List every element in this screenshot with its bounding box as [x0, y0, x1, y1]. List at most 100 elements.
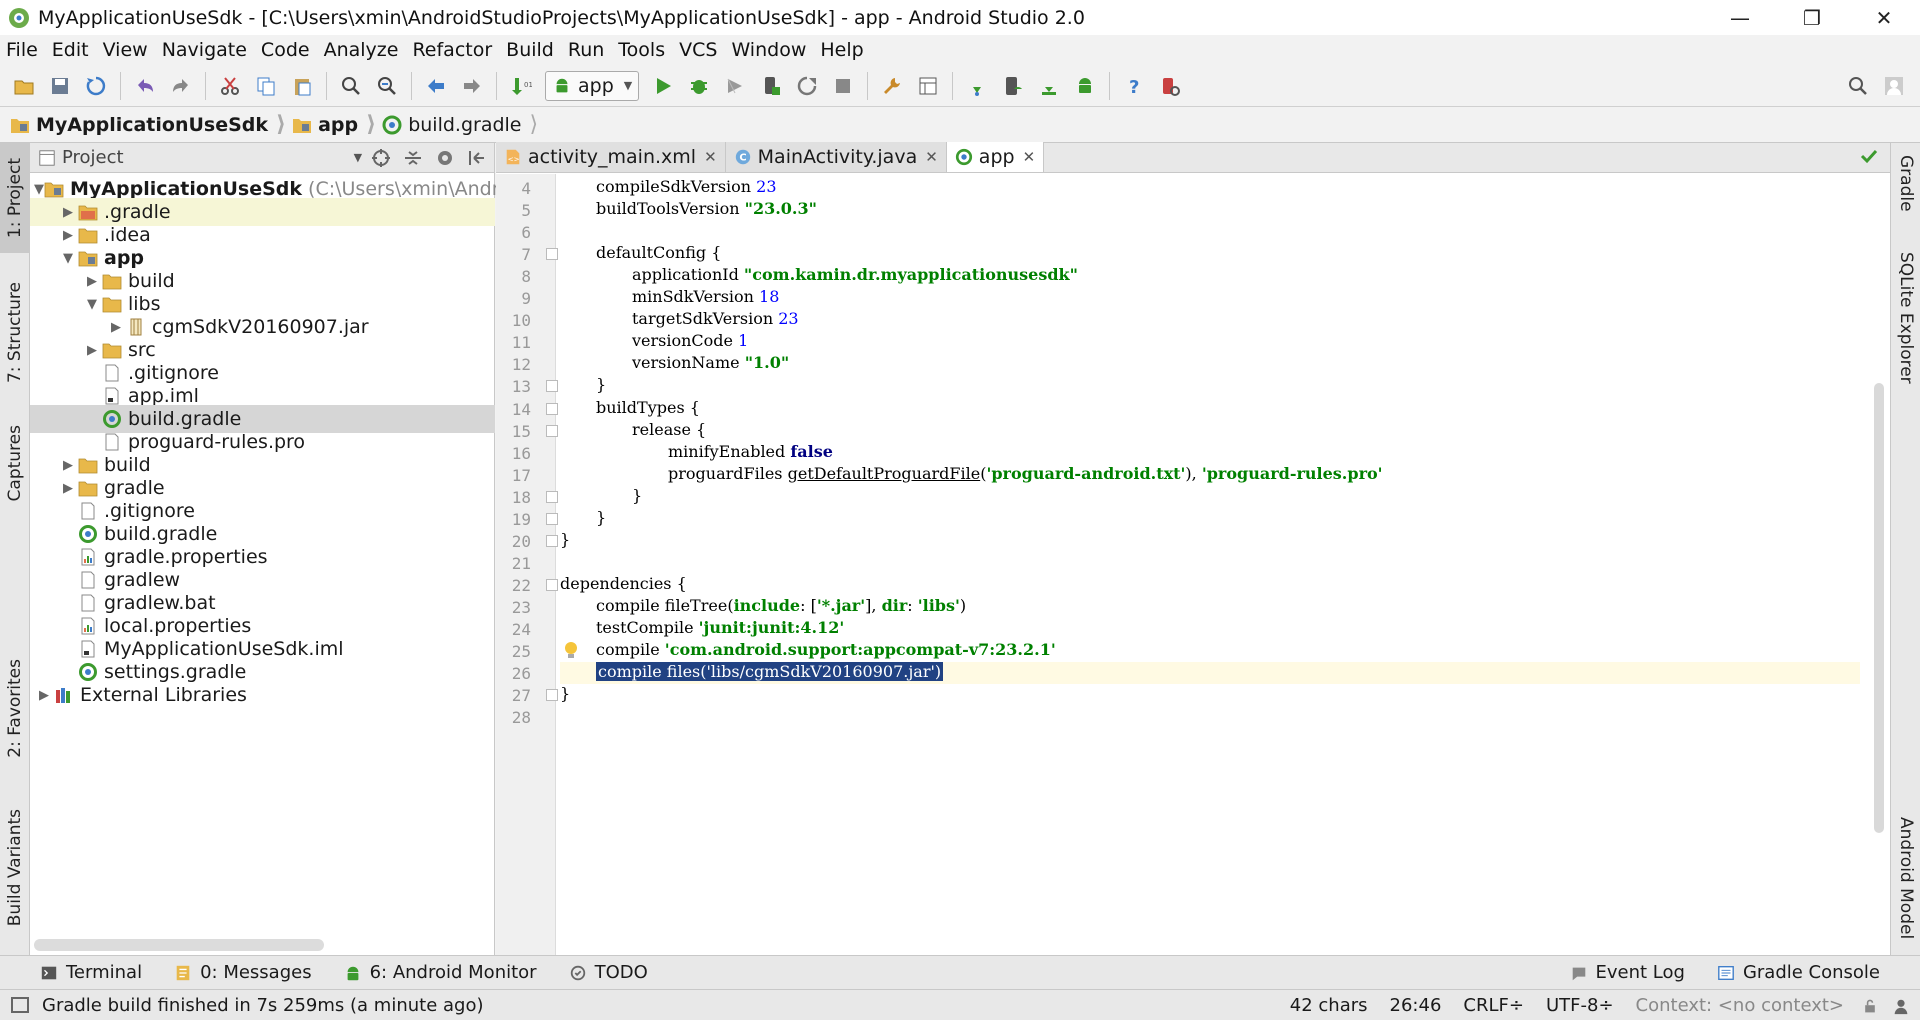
tree-item[interactable]: ▶ External Libraries — [30, 681, 495, 709]
menu-tools[interactable]: Tools — [618, 39, 665, 61]
instant-run-button[interactable] — [1155, 71, 1185, 101]
fold-marker-icon[interactable] — [546, 534, 558, 547]
gradle-sync-button[interactable] — [962, 71, 992, 101]
menu-file[interactable]: File — [6, 39, 38, 61]
menu-build[interactable]: Build — [506, 39, 554, 61]
expand-arrow-icon[interactable]: ▼ — [34, 182, 44, 197]
collapse-arrow-icon[interactable]: ▶ — [82, 274, 102, 289]
expand-arrow-icon[interactable]: ▼ — [58, 251, 78, 266]
paste-button[interactable] — [287, 71, 317, 101]
make-project-button[interactable]: 01 — [506, 71, 536, 101]
caret-position[interactable]: 26:46 — [1390, 995, 1442, 1016]
menu-vcs[interactable]: VCS — [679, 39, 717, 61]
collapse-arrow-icon[interactable]: ▶ — [58, 205, 78, 220]
tool-tab-captures[interactable]: Captures — [0, 413, 30, 513]
close-button[interactable]: ✕ — [1848, 0, 1920, 35]
run-config-select[interactable]: app ▼ — [545, 70, 640, 101]
stop-button[interactable] — [828, 71, 858, 101]
close-icon[interactable]: ✕ — [925, 148, 938, 166]
apply-changes-button[interactable] — [792, 71, 822, 101]
minimize-button[interactable]: — — [1704, 0, 1776, 35]
line-separator[interactable]: CRLF÷ — [1463, 995, 1524, 1016]
menu-help[interactable]: Help — [820, 39, 863, 61]
bottom-tab[interactable]: TODO — [569, 962, 648, 983]
tool-tab-build-variants[interactable]: Build Variants — [0, 793, 30, 943]
coverage-button[interactable] — [720, 71, 750, 101]
collapse-arrow-icon[interactable]: ▶ — [58, 458, 78, 473]
project-structure-button[interactable] — [877, 71, 907, 101]
vertical-scrollbar[interactable] — [1874, 383, 1884, 833]
menu-view[interactable]: View — [103, 39, 148, 61]
hide-panel-icon[interactable] — [466, 147, 488, 169]
bottom-tab[interactable]: Gradle Console — [1717, 962, 1880, 983]
undo-button[interactable] — [130, 71, 160, 101]
avd-manager-button[interactable] — [998, 71, 1028, 101]
scroll-from-source-icon[interactable] — [370, 147, 392, 169]
fold-marker-icon[interactable] — [546, 248, 558, 261]
horizontal-scrollbar[interactable] — [34, 939, 324, 951]
close-icon[interactable]: ✕ — [704, 148, 717, 166]
menu-code[interactable]: Code — [261, 39, 310, 61]
menu-refactor[interactable]: Refactor — [412, 39, 492, 61]
menu-navigate[interactable]: Navigate — [162, 39, 247, 61]
forward-button[interactable] — [457, 71, 487, 101]
menu-edit[interactable]: Edit — [52, 39, 89, 61]
fold-marker-icon[interactable] — [546, 578, 558, 591]
fold-marker-icon[interactable] — [546, 402, 558, 415]
sdk-manager-button[interactable] — [1034, 71, 1064, 101]
copy-button[interactable] — [251, 71, 281, 101]
fold-marker-icon[interactable] — [546, 689, 558, 702]
replace-button[interactable] — [372, 71, 402, 101]
collapse-arrow-icon[interactable]: ▶ — [58, 481, 78, 496]
bottom-tab[interactable]: Terminal — [40, 962, 142, 983]
breadcrumb-project[interactable]: MyApplicationUseSdk ⟩ — [10, 112, 286, 137]
help-button[interactable]: ? — [1119, 71, 1149, 101]
lock-icon[interactable] — [1862, 998, 1878, 1014]
collapse-all-icon[interactable] — [402, 147, 424, 169]
menu-run[interactable]: Run — [568, 39, 604, 61]
toggle-tool-windows-icon[interactable] — [10, 995, 30, 1015]
redo-button[interactable] — [166, 71, 196, 101]
save-all-button[interactable] — [45, 71, 75, 101]
menu-analyze[interactable]: Analyze — [324, 39, 399, 61]
tool-tab-favorites[interactable]: 2: Favorites — [0, 643, 30, 773]
collapse-arrow-icon[interactable]: ▶ — [34, 688, 54, 703]
find-button[interactable] — [336, 71, 366, 101]
cut-button[interactable] — [215, 71, 245, 101]
fold-marker-icon[interactable] — [546, 512, 558, 525]
android-device-monitor-button[interactable] — [1070, 71, 1100, 101]
restore-button[interactable]: ❐ — [1776, 0, 1848, 35]
collapse-arrow-icon[interactable]: ▶ — [58, 228, 78, 243]
fold-marker-icon[interactable] — [546, 490, 558, 503]
context-selector[interactable]: Context: <no context> — [1636, 995, 1844, 1016]
breadcrumb-file[interactable]: build.gradle ⟩ — [382, 112, 538, 137]
collapse-arrow-icon[interactable]: ▶ — [82, 343, 102, 358]
close-icon[interactable]: ✕ — [1023, 148, 1036, 166]
search-everywhere-button[interactable] — [1843, 71, 1873, 101]
breadcrumb-module[interactable]: app ⟩ — [292, 112, 376, 137]
open-button[interactable] — [9, 71, 39, 101]
editor-tab[interactable]: C MainActivity.java ✕ — [725, 142, 947, 172]
bottom-tab[interactable]: Event Log — [1570, 962, 1685, 983]
fold-marker-icon[interactable] — [546, 380, 558, 393]
tool-tab-sqlite-explorer[interactable]: SQLite Explorer — [1891, 233, 1920, 403]
debug-button[interactable] — [684, 71, 714, 101]
sync-button[interactable] — [81, 71, 111, 101]
user-button[interactable] — [1879, 71, 1909, 101]
code-area[interactable]: compileSdkVersion 23 buildToolsVersion "2… — [560, 174, 1860, 955]
editor-tab[interactable]: app ✕ — [946, 142, 1045, 172]
run-button[interactable] — [648, 71, 678, 101]
back-button[interactable] — [421, 71, 451, 101]
bottom-tab[interactable]: 0: Messages — [174, 962, 312, 983]
gear-icon[interactable] — [434, 147, 456, 169]
expand-arrow-icon[interactable]: ▼ — [82, 297, 102, 312]
fold-marker-icon[interactable] — [546, 424, 558, 437]
tool-tab-project[interactable]: 1: Project — [0, 143, 30, 253]
tool-tab-gradle[interactable]: Gradle — [1891, 143, 1920, 223]
collapse-arrow-icon[interactable]: ▶ — [106, 320, 126, 335]
sdk-structure-button[interactable] — [913, 71, 943, 101]
attach-debugger-button[interactable] — [756, 71, 786, 101]
bottom-tab[interactable]: 6: Android Monitor — [344, 962, 537, 983]
tool-tab-android-model[interactable]: Android Model — [1891, 803, 1920, 953]
file-encoding[interactable]: UTF-8÷ — [1546, 995, 1614, 1016]
